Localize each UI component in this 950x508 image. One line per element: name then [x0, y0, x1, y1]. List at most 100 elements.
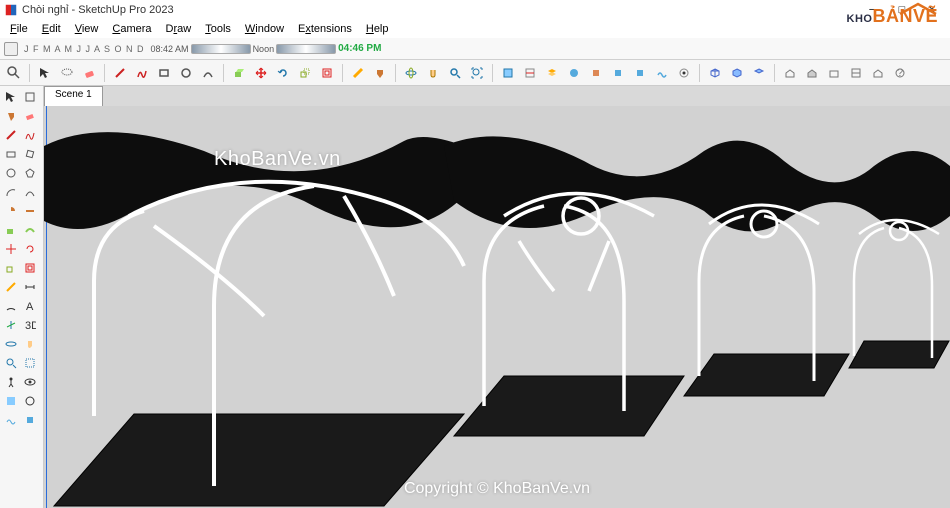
- protractor-icon[interactable]: [2, 297, 20, 315]
- sandbox-icon[interactable]: [652, 63, 672, 83]
- rect2-icon[interactable]: [2, 145, 20, 163]
- main-toolbar: ?: [0, 60, 950, 86]
- circle2-icon[interactable]: [2, 164, 20, 182]
- rotate2-icon[interactable]: [21, 240, 39, 258]
- offset-icon[interactable]: [317, 63, 337, 83]
- solid-icon[interactable]: [21, 411, 39, 429]
- left-toolbox: A 3D: [0, 86, 44, 508]
- extension4-icon[interactable]: [630, 63, 650, 83]
- section-display-icon[interactable]: [520, 63, 540, 83]
- rotate-icon[interactable]: [273, 63, 293, 83]
- minimize-button[interactable]: −: [858, 1, 886, 19]
- 3darc-icon[interactable]: [21, 202, 39, 220]
- eraser-icon[interactable]: [79, 63, 99, 83]
- lasso-icon[interactable]: [57, 63, 77, 83]
- arc2-icon[interactable]: [2, 183, 20, 201]
- follow-icon[interactable]: [21, 221, 39, 239]
- scale2-icon[interactable]: [2, 259, 20, 277]
- zoom2-icon[interactable]: [2, 354, 20, 372]
- time-slider-2[interactable]: [276, 44, 336, 54]
- rect-icon[interactable]: [154, 63, 174, 83]
- zoom-icon[interactable]: [4, 63, 24, 83]
- arc-icon[interactable]: [198, 63, 218, 83]
- front-icon[interactable]: [727, 63, 747, 83]
- app-icon: [4, 3, 18, 17]
- tape2-icon[interactable]: [2, 278, 20, 296]
- shadow-toggle[interactable]: [4, 42, 18, 56]
- menu-draw[interactable]: Draw: [160, 22, 198, 36]
- menu-file[interactable]: FFileile: [4, 22, 34, 36]
- viewport[interactable]: Scene 1: [44, 86, 950, 508]
- menu-edit[interactable]: Edit: [36, 22, 67, 36]
- menu-view[interactable]: View: [69, 22, 105, 36]
- layers-icon[interactable]: [542, 63, 562, 83]
- axes-icon[interactable]: [2, 316, 20, 334]
- rotrect-icon[interactable]: [21, 145, 39, 163]
- maximize-button[interactable]: □: [888, 1, 916, 19]
- freehand-icon[interactable]: [132, 63, 152, 83]
- components-icon[interactable]: [824, 63, 844, 83]
- offset2-icon[interactable]: [21, 259, 39, 277]
- tape-icon[interactable]: [348, 63, 368, 83]
- orbit-icon[interactable]: [401, 63, 421, 83]
- position-icon[interactable]: [21, 392, 39, 410]
- model-structures: [44, 106, 950, 508]
- close-button[interactable]: ×: [918, 1, 946, 19]
- time-slider[interactable]: [191, 44, 251, 54]
- free2-icon[interactable]: [21, 126, 39, 144]
- walk-icon[interactable]: [2, 373, 20, 391]
- dim-icon[interactable]: [21, 278, 39, 296]
- extension3-icon[interactable]: [608, 63, 628, 83]
- zwin-icon[interactable]: [21, 354, 39, 372]
- line-icon[interactable]: [110, 63, 130, 83]
- menu-camera[interactable]: Camera: [106, 22, 157, 36]
- styles-icon[interactable]: [846, 63, 866, 83]
- pan-icon[interactable]: [423, 63, 443, 83]
- extension1-icon[interactable]: [564, 63, 584, 83]
- paint2-icon[interactable]: [2, 107, 20, 125]
- line2-icon[interactable]: [2, 126, 20, 144]
- outliner-icon[interactable]: [868, 63, 888, 83]
- month-strip[interactable]: J F M A M J J A S O N D: [24, 44, 145, 54]
- warehouse-icon[interactable]: [780, 63, 800, 83]
- svg-text:?: ?: [897, 67, 903, 79]
- top-icon[interactable]: [749, 63, 769, 83]
- move-icon[interactable]: [251, 63, 271, 83]
- iso-icon[interactable]: [705, 63, 725, 83]
- svg-text:A: A: [26, 301, 34, 312]
- 3dtext-icon[interactable]: 3D: [21, 316, 39, 334]
- zoom-extents-icon[interactable]: [467, 63, 487, 83]
- warehouse2-icon[interactable]: [802, 63, 822, 83]
- menu-extensions[interactable]: Extensions: [292, 22, 358, 36]
- section-icon[interactable]: [498, 63, 518, 83]
- select-icon[interactable]: [35, 63, 55, 83]
- zoom-tool-icon[interactable]: [445, 63, 465, 83]
- arc3-icon[interactable]: [21, 183, 39, 201]
- select2-icon[interactable]: [2, 88, 20, 106]
- push2-icon[interactable]: [2, 221, 20, 239]
- viewport-canvas[interactable]: KhoBanVe.vn Copyright © KhoBanVe.vn: [44, 106, 950, 508]
- shadow-time-toolbar: J F M A M J J A S O N D 08:42 AM Noon 04…: [0, 38, 950, 60]
- scale-icon[interactable]: [295, 63, 315, 83]
- extension5-icon[interactable]: [674, 63, 694, 83]
- sandbox2-icon[interactable]: [2, 411, 20, 429]
- text2-icon[interactable]: A: [21, 297, 39, 315]
- pushpull-icon[interactable]: [229, 63, 249, 83]
- eraser2-icon[interactable]: [21, 107, 39, 125]
- scene-tab-1[interactable]: Scene 1: [44, 86, 103, 106]
- move2-icon[interactable]: [2, 240, 20, 258]
- orbit2-icon[interactable]: [2, 335, 20, 353]
- pie-icon[interactable]: [2, 202, 20, 220]
- section2-icon[interactable]: [2, 392, 20, 410]
- entity-icon[interactable]: ?: [890, 63, 910, 83]
- pan2-icon[interactable]: [21, 335, 39, 353]
- circle-icon[interactable]: [176, 63, 196, 83]
- poly-icon[interactable]: [21, 164, 39, 182]
- make-comp-icon[interactable]: [21, 88, 39, 106]
- menu-window[interactable]: Window: [239, 22, 290, 36]
- menu-help[interactable]: Help: [360, 22, 395, 36]
- extension2-icon[interactable]: [586, 63, 606, 83]
- look-icon[interactable]: [21, 373, 39, 391]
- paint-icon[interactable]: [370, 63, 390, 83]
- menu-tools[interactable]: Tools: [199, 22, 237, 36]
